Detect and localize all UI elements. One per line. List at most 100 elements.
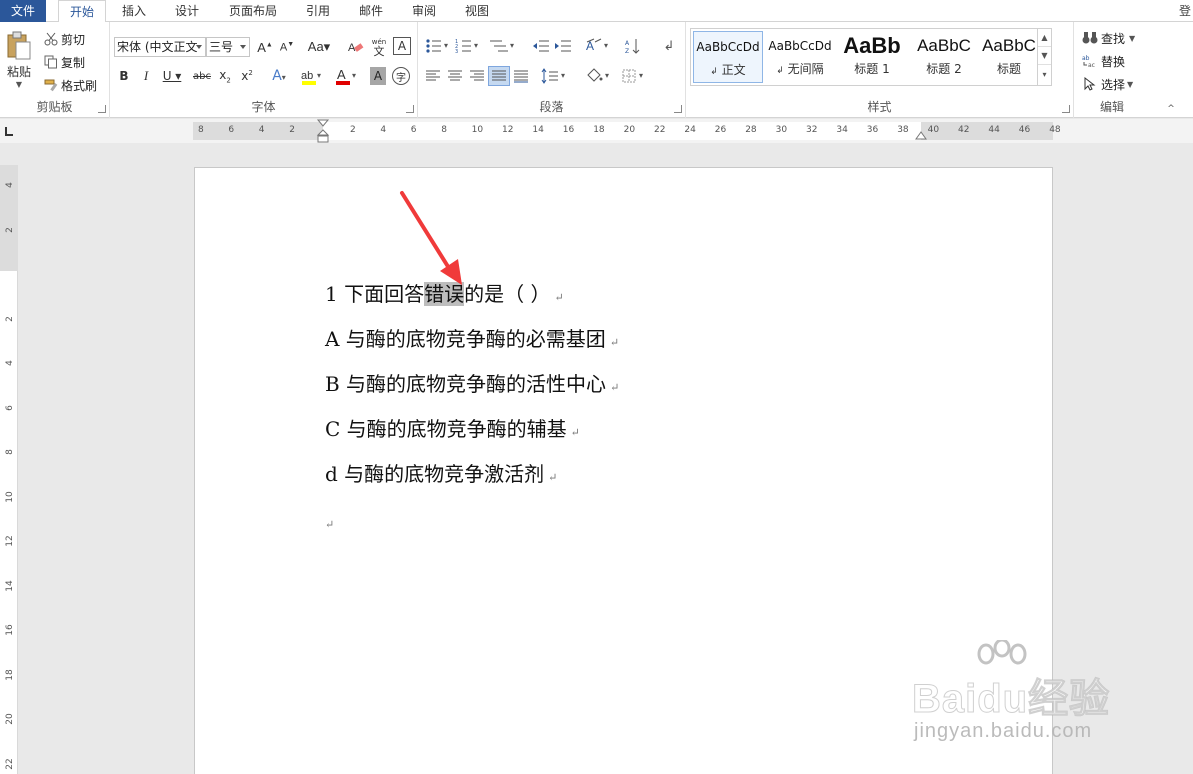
clipboard-group-label: 剪贴板 [36, 100, 73, 114]
gallery-more-button[interactable]: ▾ [1038, 65, 1051, 83]
copy-button[interactable]: 复制 [44, 53, 85, 71]
gallery-down-button[interactable]: ▼ [1038, 47, 1051, 65]
ruler-number: 8 [441, 125, 447, 135]
indent-marker-icon[interactable] [315, 119, 331, 145]
option-d-line[interactable]: d 与酶的底物竞争激活剂 ↵ [325, 460, 557, 492]
select-button[interactable]: 选择 ▼ [1082, 75, 1133, 93]
phonetic-guide-button[interactable]: wén 文 [370, 36, 388, 58]
style-normal-label: ↲ 正文 [694, 62, 762, 80]
svg-text:▾: ▾ [317, 71, 321, 80]
change-case-button[interactable]: Aa▾ [305, 38, 333, 56]
paint-bucket-icon: ▾ [587, 68, 609, 82]
sign-in-link[interactable]: 登 [1179, 0, 1191, 22]
font-color-button[interactable]: A ▾ [334, 66, 360, 86]
bold-button[interactable]: B [116, 67, 132, 85]
styles-group: AaBbCcDd ↲ 正文 AaBbCcDd ↲ 无间隔 AaBb 标题 1 A… [686, 22, 1074, 118]
replace-button[interactable]: ab ac 替换 [1082, 52, 1125, 70]
tab-view[interactable]: 视图 [456, 0, 498, 22]
style-no-spacing-sample: AaBbCcDd [768, 39, 832, 53]
numbering-button[interactable]: 1 2 3 ▾ [454, 37, 482, 55]
tab-mailings[interactable]: 邮件 [350, 0, 392, 22]
highlight-color-button[interactable]: ab ▾ [298, 66, 326, 86]
svg-text:▾: ▾ [474, 41, 478, 50]
style-heading-1[interactable]: AaBb 标题 1 [837, 31, 907, 83]
line-spacing-button[interactable]: ▾ [540, 67, 570, 85]
shrink-font-icon: A▼ [279, 40, 295, 54]
clipboard-launcher[interactable] [98, 105, 106, 113]
borders-button[interactable]: ▾ [620, 67, 650, 85]
enclose-characters-icon: 字 [396, 72, 406, 84]
character-shading-button[interactable]: A [370, 67, 386, 85]
sort-button[interactable]: AZ [624, 37, 642, 55]
underline-button[interactable]: U ▾ [160, 67, 184, 85]
find-button[interactable]: 查找 ▼ [1082, 29, 1135, 47]
vertical-ruler[interactable]: 4 2 2 4 6 8 10 12 14 16 18 20 22 [0, 165, 18, 774]
tab-insert[interactable]: 插入 [114, 0, 154, 22]
format-painter-button[interactable]: 格式刷 [44, 76, 97, 94]
chinese-layout-button[interactable]: A ▾ [584, 37, 614, 55]
option-a-line[interactable]: A 与酶的底物竞争酶的必需基团 ↵ [325, 325, 619, 357]
svg-text:A: A [625, 40, 630, 47]
styles-group-label: 样式 [867, 100, 892, 114]
numbered-list-icon: 123▾ [455, 39, 478, 54]
horizontal-ruler[interactable]: 8 6 4 2 2 4 6 8 10 12 14 16 18 20 22 24 26 28 30 32 34 36 38 40… [193, 119, 1061, 143]
chevron-up-icon: ^ [1167, 104, 1175, 114]
italic-button[interactable]: I [138, 67, 154, 85]
distributed-button[interactable] [512, 67, 530, 85]
increase-indent-icon [555, 40, 571, 52]
align-right-button[interactable] [468, 67, 486, 85]
tab-design[interactable]: 设计 [166, 0, 208, 22]
clear-formatting-button[interactable]: A [347, 38, 365, 56]
bullet-list-icon: ▾ [426, 39, 448, 53]
paragraph-launcher[interactable] [674, 105, 682, 113]
tab-review[interactable]: 审阅 [403, 0, 445, 22]
style-no-spacing[interactable]: AaBbCcDd ↲ 无间隔 [765, 31, 835, 83]
grow-font-button[interactable]: A▲ [256, 38, 274, 56]
ruler-number: 6 [410, 125, 417, 135]
align-left-button[interactable] [424, 67, 442, 85]
decrease-indent-button[interactable] [532, 37, 550, 55]
superscript-button[interactable]: x2 [238, 67, 256, 85]
font-size-select[interactable]: 三号 [206, 37, 250, 57]
multilevel-list-button[interactable]: ▾ [486, 37, 520, 55]
tab-file[interactable]: 文件 [0, 0, 46, 22]
question-suffix: 的是（ ） [464, 282, 551, 306]
style-heading-2[interactable]: AaBbC 标题 2 [909, 31, 979, 83]
gallery-up-button[interactable]: ▲ [1038, 29, 1051, 47]
bullets-button[interactable]: ▾ [424, 37, 452, 55]
tab-selector[interactable] [3, 125, 15, 137]
style-normal-mark: ↲ [710, 67, 718, 77]
text-effects-button[interactable]: A▾ [266, 67, 292, 85]
enclose-characters-button[interactable]: 字 [392, 67, 410, 85]
style-heading-1-name: 标题 1 [854, 62, 890, 76]
style-no-spacing-mark: ↲ [776, 66, 784, 76]
increase-indent-button[interactable] [554, 37, 572, 55]
style-normal[interactable]: AaBbCcDd ↲ 正文 [693, 31, 763, 83]
align-center-button[interactable] [446, 67, 464, 85]
tab-references[interactable]: 引用 [297, 0, 339, 22]
svg-text:Z: Z [625, 48, 629, 54]
ruler-number: 20 [623, 125, 636, 135]
paste-button[interactable]: 粘贴 ▼ [4, 28, 34, 92]
strikethrough-button[interactable]: abc [192, 67, 212, 85]
cut-button[interactable]: 剪切 [44, 30, 85, 48]
justify-button[interactable] [488, 66, 510, 86]
collapse-ribbon-button[interactable]: ^ [1166, 104, 1176, 114]
shrink-font-button[interactable]: A▼ [278, 38, 296, 56]
subscript-button[interactable]: x2 [216, 67, 234, 85]
tab-home[interactable]: 开始 [58, 0, 106, 23]
character-border-button[interactable]: A [393, 37, 411, 55]
style-title[interactable]: AaBbC 标题 [981, 31, 1037, 83]
shading-button[interactable]: ▾ [584, 67, 614, 85]
tab-page-layout[interactable]: 页面布局 [220, 0, 286, 22]
font-name-select[interactable]: 宋体 (中文正文 [114, 37, 206, 57]
show-hide-marks-button[interactable]: ↲ [660, 37, 678, 55]
right-indent-marker-icon[interactable] [915, 131, 927, 141]
paragraph-mark: ↵ [325, 518, 335, 531]
option-b-line[interactable]: B 与酶的底物竞争酶的活性中心 ↵ [325, 370, 619, 402]
empty-line[interactable]: ↵ [325, 507, 334, 539]
svg-text:A: A [337, 67, 346, 82]
font-launcher[interactable] [406, 105, 414, 113]
styles-launcher[interactable] [1062, 105, 1070, 113]
option-c-line[interactable]: C 与酶的底物竞争酶的辅基 ↵ [325, 415, 580, 447]
